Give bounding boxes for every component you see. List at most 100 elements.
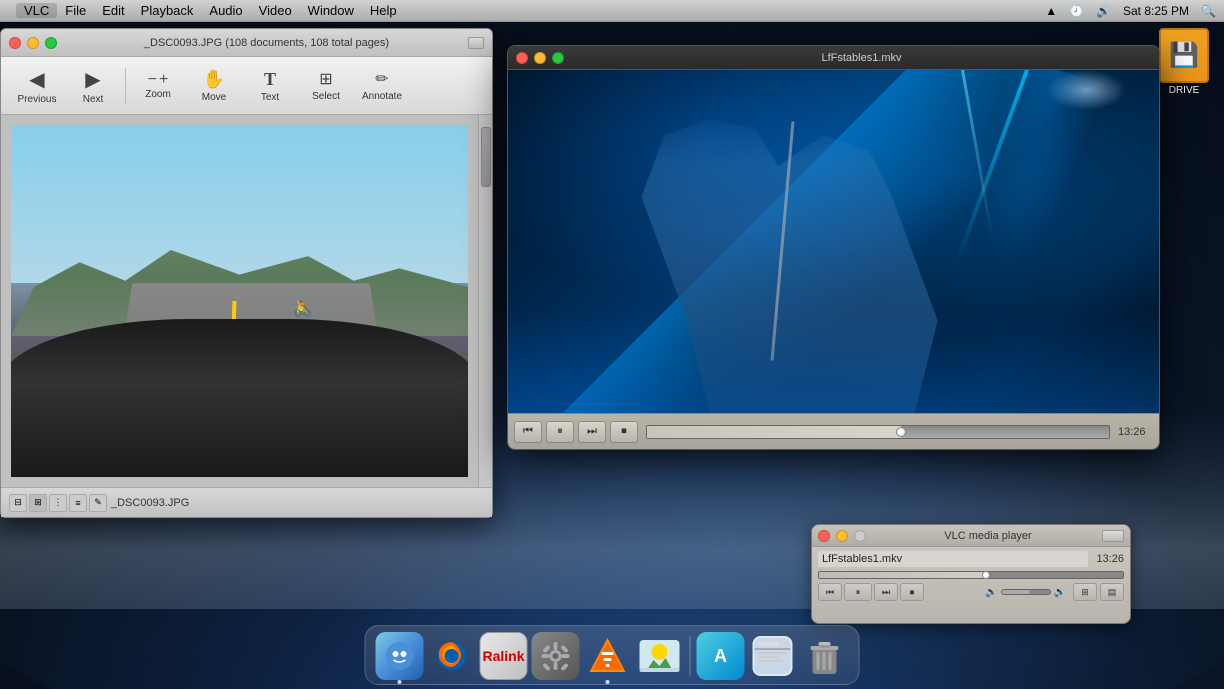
vlc-window-title: LfFstables1.mkv (572, 52, 1151, 64)
dock-trash[interactable] (801, 632, 849, 680)
vlc-main-window: LfFstables1.mkv ⏮ ⏸ ⏭ ⏹ 13:26 (507, 45, 1160, 450)
preview-content-area: 🚴 (1, 115, 492, 487)
window-resize-btn[interactable] (468, 37, 484, 49)
move-label: Move (202, 92, 226, 103)
view-filmstrip-button[interactable]: ⊞ (29, 494, 47, 512)
preview-image: 🚴 (11, 125, 468, 477)
menubar-edit[interactable]: Edit (94, 3, 132, 18)
vlc-mini-body: LfFstables1.mkv 13:26 ⏮ ⏸ ⏭ ⏹ 🔈 🔊 ⊞ ▤ (812, 547, 1130, 605)
menubar-playback[interactable]: Playback (133, 3, 202, 18)
vlc-rewind-button[interactable]: ⏮ (514, 421, 542, 443)
previous-icon: ◀ (29, 67, 44, 92)
vlc-close-button[interactable] (516, 52, 528, 64)
select-icon: ⊞ (319, 69, 332, 89)
dock-divider (690, 636, 691, 676)
volume-down-icon: 🔈 (985, 587, 997, 598)
minimize-button[interactable] (27, 37, 39, 49)
dock-appstore[interactable]: A (697, 632, 745, 680)
annotate-icon: ✏ (375, 69, 388, 89)
vlc-pause-button[interactable]: ⏸ (546, 421, 574, 443)
next-button[interactable]: ▶ Next (67, 63, 119, 109)
view-columns-button[interactable]: ⋮ (49, 494, 67, 512)
trash-icon (801, 632, 849, 680)
dock-firefox[interactable] (428, 632, 476, 680)
maximize-button[interactable] (45, 37, 57, 49)
clock-icon: 🕗 (1069, 4, 1084, 18)
vlc-minimize-button[interactable] (534, 52, 546, 64)
zoom-button[interactable]: − + Zoom (132, 67, 184, 104)
vlc-mini-close[interactable] (818, 530, 830, 542)
vlc-mini-prev-button[interactable]: ⏮ (818, 583, 842, 601)
vlc-mini-controls: ⏮ ⏸ ⏭ ⏹ 🔈 🔊 ⊞ ▤ (818, 583, 1124, 601)
usb-label: DRIVE (1154, 85, 1214, 96)
wifi-icon[interactable]: ▲ (1045, 4, 1057, 18)
usb-icon: 💾 (1159, 28, 1209, 83)
close-button[interactable] (9, 37, 21, 49)
vlc-maximize-button[interactable] (552, 52, 564, 64)
vlc-mini-stop-button[interactable]: ⏹ (900, 583, 924, 601)
vlc-progress-bar[interactable] (646, 425, 1110, 439)
move-button[interactable]: ✋ Move (188, 65, 240, 107)
vlc-mini-progress-bar[interactable] (818, 571, 1124, 579)
dock-safari[interactable] (749, 632, 797, 680)
select-button[interactable]: ⊞ Select (300, 65, 352, 106)
menubar-right: ▲ 🕗 🔊 Sat 8:25 PM 🔍 (1045, 4, 1216, 18)
vlc-mini-player: VLC media player LfFstables1.mkv 13:26 ⏮… (811, 524, 1131, 624)
vlc-traffic-lights (516, 52, 564, 64)
dock-finder[interactable] (376, 632, 424, 680)
vlc-mini-progress-fill (819, 572, 986, 578)
vlc-mini-progress-thumb[interactable] (982, 571, 990, 579)
preview-scrollbar[interactable] (478, 115, 492, 487)
select-label: Select (312, 91, 340, 102)
menubar-vlc[interactable]: VLC (16, 3, 57, 18)
view-list-button[interactable]: ≡ (69, 494, 87, 512)
dock-ralink[interactable]: Ralink (480, 632, 528, 680)
vlc-forward-button[interactable]: ⏭ (578, 421, 606, 443)
text-button[interactable]: T Text (244, 65, 296, 107)
menubar-video[interactable]: Video (251, 3, 300, 18)
sky (11, 125, 468, 283)
vlc-mini-next-button[interactable]: ⏭ (874, 583, 898, 601)
concert-video-area[interactable] (508, 70, 1159, 413)
spotlight-icon[interactable]: 🔍 (1201, 4, 1216, 18)
vlc-mini-resize[interactable] (1102, 530, 1124, 542)
view-grid-button[interactable]: ⊟ (9, 494, 27, 512)
preview-image-area[interactable]: 🚴 (1, 115, 478, 487)
vlc-mini-extra2-button[interactable]: ▤ (1100, 583, 1124, 601)
menubar-file[interactable]: File (57, 3, 94, 18)
text-icon: T (264, 69, 276, 90)
previous-label: Previous (18, 94, 57, 105)
preview-filename: _DSC0093.JPG (111, 497, 484, 509)
volume-slider[interactable] (1001, 589, 1051, 595)
iphoto-icon (636, 632, 684, 680)
dock-vlc[interactable] (584, 632, 632, 680)
vlc-mini-minimize[interactable] (836, 530, 848, 542)
preview-bottom-bar: ⊟ ⊞ ⋮ ≡ ✎ _DSC0093.JPG (1, 487, 492, 517)
view-icon-group: ⊟ ⊞ ⋮ ≡ ✎ (9, 494, 107, 512)
vlc-controls-bar: ⏮ ⏸ ⏭ ⏹ 13:26 (508, 413, 1159, 449)
menubar-help[interactable]: Help (362, 3, 405, 18)
menubar-audio[interactable]: Audio (201, 3, 250, 18)
vlc-mini-extra1-button[interactable]: ⊞ (1073, 583, 1097, 601)
scroll-thumb[interactable] (481, 127, 491, 187)
safari-icon (749, 632, 797, 680)
dock-iphoto[interactable] (636, 632, 684, 680)
finder-running-dot (398, 680, 402, 684)
preview-toolbar: ◀ Previous ▶ Next − + Zoom ✋ Move T Text… (1, 57, 492, 115)
vlc-time-display: 13:26 (1118, 426, 1153, 438)
usb-drive-icon[interactable]: 💾 DRIVE (1154, 28, 1214, 96)
finder-icon (376, 632, 424, 680)
dock-system-prefs[interactable] (532, 632, 580, 680)
road-scene: 🚴 (11, 125, 468, 477)
view-cover-button[interactable]: ✎ (89, 494, 107, 512)
annotate-button[interactable]: ✏ Annotate (356, 65, 408, 106)
volume-icon[interactable]: 🔊 (1096, 4, 1111, 18)
menubar-window[interactable]: Window (300, 3, 362, 18)
vlc-stop-button[interactable]: ⏹ (610, 421, 638, 443)
volume-fill (1002, 590, 1031, 594)
vlc-titlebar: LfFstables1.mkv (508, 46, 1159, 70)
vlc-mini-pause-button[interactable]: ⏸ (844, 583, 872, 601)
previous-button[interactable]: ◀ Previous (11, 63, 63, 109)
vlc-progress-thumb[interactable] (896, 427, 906, 437)
text-label: Text (261, 92, 279, 103)
